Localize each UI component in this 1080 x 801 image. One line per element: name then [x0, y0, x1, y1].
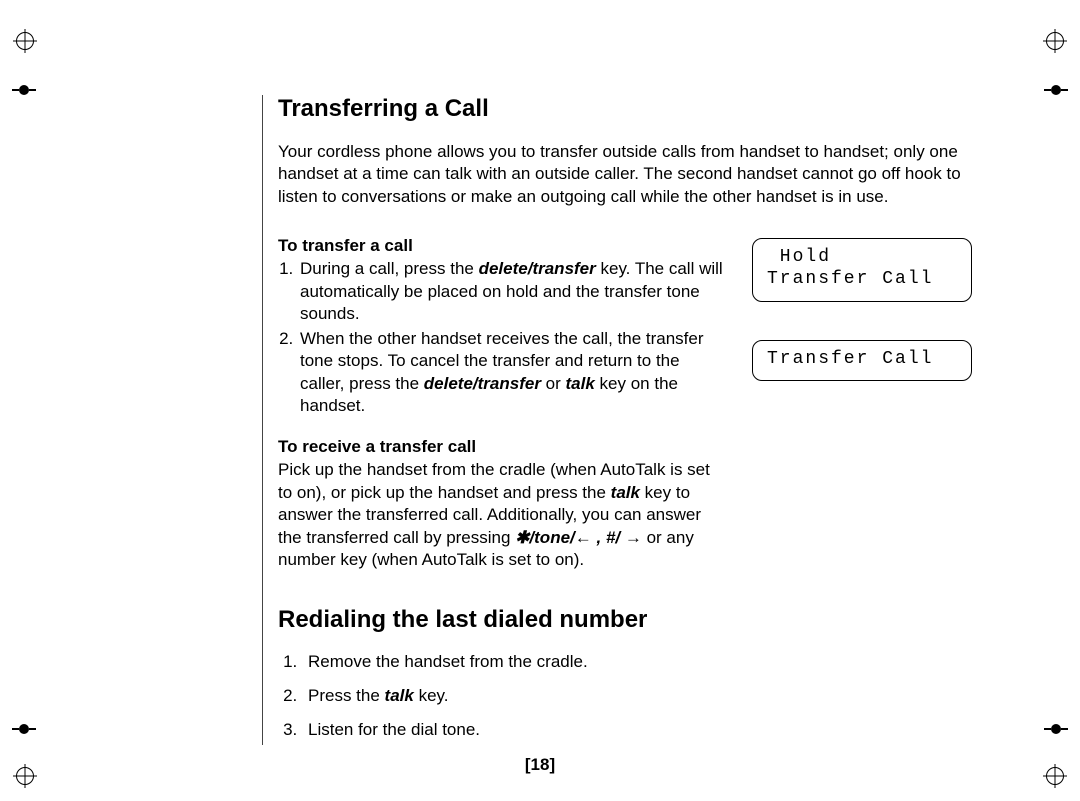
section-title-transfer: Transferring a Call: [278, 95, 1008, 123]
transfer-step-1: During a call, press the delete/transfer…: [298, 258, 726, 325]
lcd-display-1: Hold Transfer Call: [752, 238, 972, 301]
redial-step-2: Press the talk key.: [302, 686, 1008, 706]
crop-mark-bottom-right: [1044, 765, 1066, 787]
arrow-right-icon: →: [625, 527, 642, 549]
text: key.: [414, 686, 449, 705]
redial-step-1: Remove the handset from the cradle.: [302, 652, 1008, 672]
redial-section: Redialing the last dialed number Remove …: [278, 606, 1008, 740]
sub-to-transfer: To transfer a call: [278, 236, 726, 256]
key-hash: #/: [606, 528, 620, 547]
key-talk: talk: [611, 483, 640, 502]
trim-mark-bottom-right: [1044, 717, 1068, 741]
transfer-steps: During a call, press the delete/transfer…: [278, 258, 726, 417]
trim-mark-top-left: [12, 78, 36, 102]
transfer-left-column: To transfer a call During a call, press …: [278, 236, 726, 579]
redial-steps: Remove the handset from the cradle. Pres…: [278, 652, 1008, 740]
key-talk: talk: [385, 686, 414, 705]
key-talk: talk: [566, 374, 595, 393]
crop-mark-top-right: [1044, 30, 1066, 52]
key-tone: /tone/: [529, 528, 574, 547]
crop-mark-bottom-left: [14, 765, 36, 787]
page-content: Transferring a Call Your cordless phone …: [278, 95, 1008, 754]
receive-paragraph: Pick up the handset from the cradle (whe…: [278, 459, 726, 571]
key-delete-transfer: delete/transfer: [424, 374, 541, 393]
section-title-redial: Redialing the last dialed number: [278, 606, 1008, 634]
vertical-rule: [262, 95, 263, 745]
lcd-line: Transfer Call: [767, 349, 933, 369]
sub-to-receive: To receive a transfer call: [278, 437, 726, 457]
page-number: [18]: [525, 755, 555, 775]
key-delete-transfer: delete/transfer: [479, 259, 596, 278]
transfer-step-2: When the other handset receives the call…: [298, 328, 726, 418]
star-icon: ✱: [515, 528, 529, 547]
text: ,: [592, 528, 606, 547]
lcd-display-2: Transfer Call: [752, 340, 972, 382]
text: Press the: [308, 686, 385, 705]
text: or: [541, 374, 566, 393]
arrow-left-icon: ←: [575, 527, 592, 549]
text: During a call, press the: [300, 259, 479, 278]
crop-mark-top-left: [14, 30, 36, 52]
redial-step-3: Listen for the dial tone.: [302, 720, 1008, 740]
transfer-intro: Your cordless phone allows you to transf…: [278, 141, 998, 208]
lcd-line: Hold: [767, 247, 831, 267]
trim-mark-bottom-left: [12, 717, 36, 741]
lcd-line: Transfer Call: [767, 269, 933, 289]
lcd-column: Hold Transfer Call Transfer Call: [752, 236, 972, 381]
trim-mark-top-right: [1044, 78, 1068, 102]
